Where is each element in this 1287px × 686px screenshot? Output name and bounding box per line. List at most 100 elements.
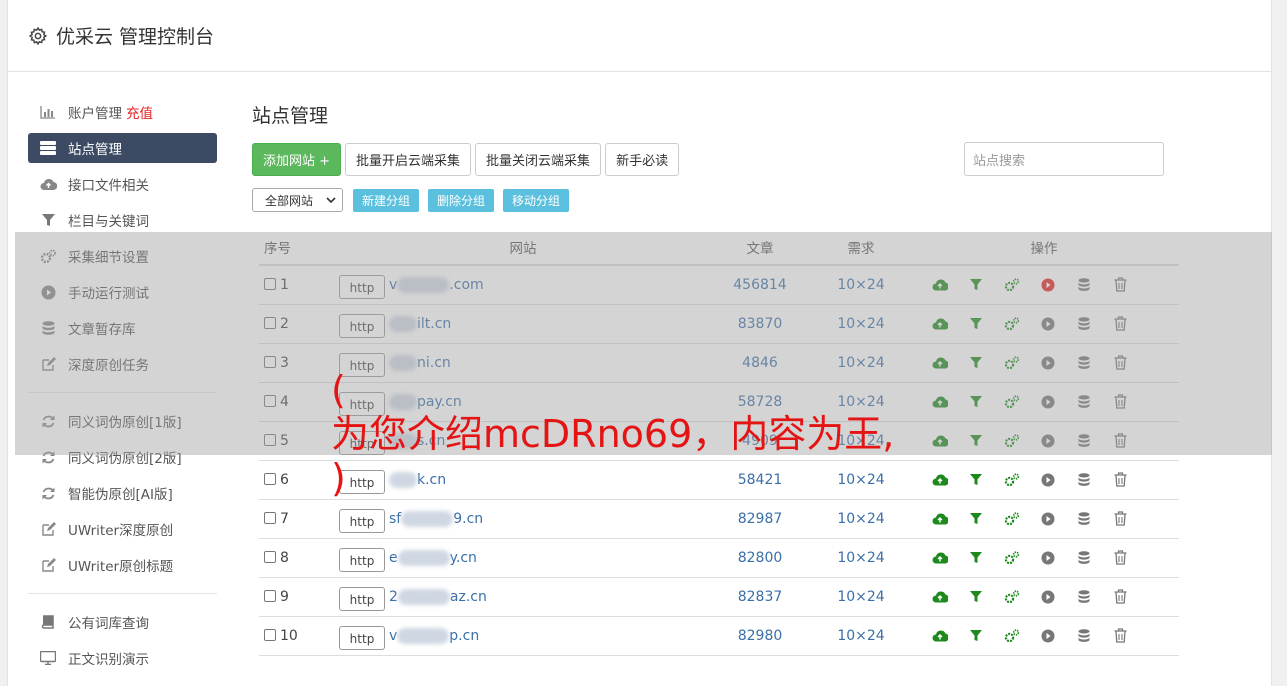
protocol-select[interactable]: http xyxy=(339,586,385,611)
play-circle-icon[interactable] xyxy=(1039,627,1057,645)
site-group-select[interactable]: 全部网站 xyxy=(252,188,343,212)
database-icon[interactable] xyxy=(1075,549,1093,567)
row-actions xyxy=(931,471,1179,489)
row-checkbox[interactable] xyxy=(264,589,276,602)
site-cell: http e y.cn xyxy=(337,538,707,578)
filter-icon[interactable] xyxy=(967,627,985,645)
server-icon xyxy=(39,139,57,157)
filter-icon[interactable] xyxy=(967,549,985,567)
gears-icon[interactable] xyxy=(1003,549,1021,567)
gears-icon[interactable] xyxy=(1003,588,1021,606)
article-count[interactable]: 82980 xyxy=(707,616,813,656)
gears-icon[interactable] xyxy=(1003,510,1021,528)
beginner-guide-button[interactable]: 新手必读 xyxy=(605,143,680,176)
table-row: 10 http v p.cn 82980 10×24 xyxy=(259,616,1179,656)
add-site-button[interactable]: 添加网站 + xyxy=(252,143,342,176)
row-actions xyxy=(931,510,1179,528)
sidebar-item[interactable]: 接口文件相关 xyxy=(28,166,217,202)
database-icon[interactable] xyxy=(1075,588,1093,606)
sidebar-item-label: 正文识别演示 xyxy=(68,652,149,668)
database-icon[interactable] xyxy=(1075,471,1093,489)
row-checkbox[interactable] xyxy=(264,550,276,563)
sidebar-item[interactable]: 站点管理 xyxy=(28,133,217,163)
filter-icon[interactable] xyxy=(967,588,985,606)
gears-icon[interactable] xyxy=(1003,471,1021,489)
database-icon[interactable] xyxy=(1075,627,1093,645)
protocol-select[interactable]: http xyxy=(339,625,385,650)
batch-enable-cloud-button[interactable]: 批量开启云端采集 xyxy=(345,143,472,176)
cloud-upload-icon[interactable] xyxy=(931,510,949,528)
site-domain-link[interactable]: sf 9.cn xyxy=(389,510,483,527)
sidebar-item[interactable]: UWriter原创标题 xyxy=(28,547,217,583)
trash-icon[interactable] xyxy=(1111,627,1129,645)
app-header: 优采云 管理控制台 xyxy=(8,0,1271,72)
protocol-select[interactable]: http xyxy=(339,547,385,572)
domain-suffix: y.cn xyxy=(449,549,477,566)
site-search-input[interactable]: 站点搜索 xyxy=(964,142,1164,176)
domain-suffix: az.cn xyxy=(449,588,487,605)
ops-cell xyxy=(909,460,1179,500)
sidebar-item[interactable]: 公有词库查询 xyxy=(28,604,217,640)
protocol-select[interactable]: http xyxy=(339,508,385,533)
row-checkbox[interactable] xyxy=(264,511,276,524)
row-number: 7 xyxy=(280,510,289,527)
row-actions xyxy=(931,549,1179,567)
site-cell: http sf 9.cn xyxy=(337,499,707,539)
recharge-badge[interactable]: 充值 xyxy=(126,102,153,122)
article-count[interactable]: 82837 xyxy=(707,577,813,617)
article-count[interactable]: 82987 xyxy=(707,499,813,539)
play-circle-icon[interactable] xyxy=(1039,549,1057,567)
redacted-domain xyxy=(397,627,450,644)
demand-value[interactable]: 10×24 xyxy=(813,616,909,656)
chevron-down-icon xyxy=(326,197,336,204)
group-toolbar: 全部网站 新建分组 删除分组 移动分组 xyxy=(252,188,570,212)
sidebar-item[interactable]: 账户管理 充值 xyxy=(28,94,217,130)
trash-icon[interactable] xyxy=(1111,588,1129,606)
batch-disable-cloud-button[interactable]: 批量关闭云端采集 xyxy=(475,143,602,176)
row-number-cell: 9 xyxy=(259,577,337,617)
row-number-cell: 8 xyxy=(259,538,337,578)
filter-icon[interactable] xyxy=(967,510,985,528)
filter-icon[interactable] xyxy=(967,471,985,489)
edit-icon xyxy=(39,556,57,574)
row-number: 10 xyxy=(280,627,298,644)
new-group-button[interactable]: 新建分组 xyxy=(353,188,420,212)
gears-icon[interactable] xyxy=(1003,627,1021,645)
cloud-upload-icon[interactable] xyxy=(931,627,949,645)
row-checkbox[interactable] xyxy=(264,628,276,641)
sidebar-item[interactable]: 智能伪原创[AI版] xyxy=(28,475,217,511)
site-domain-link[interactable]: 2 az.cn xyxy=(389,588,487,605)
site-domain-link[interactable]: e y.cn xyxy=(389,549,477,566)
demand-value[interactable]: 10×24 xyxy=(813,499,909,539)
move-group-button[interactable]: 移动分组 xyxy=(503,188,570,212)
row-number: 6 xyxy=(280,471,289,488)
delete-group-button[interactable]: 删除分组 xyxy=(428,188,495,212)
row-actions xyxy=(931,627,1179,645)
play-circle-icon[interactable] xyxy=(1039,510,1057,528)
site-domain-link[interactable]: v p.cn xyxy=(389,627,479,644)
sidebar-item[interactable]: UWriter深度原创 xyxy=(28,511,217,547)
row-checkbox[interactable] xyxy=(264,472,276,485)
watermark-line: ) xyxy=(331,456,346,500)
demand-value[interactable]: 10×24 xyxy=(813,538,909,578)
trash-icon[interactable] xyxy=(1111,471,1129,489)
ops-cell xyxy=(909,577,1179,617)
row-number-cell: 7 xyxy=(259,499,337,539)
edit-icon xyxy=(39,520,57,538)
cloud-upload-icon[interactable] xyxy=(931,471,949,489)
trash-icon[interactable] xyxy=(1111,510,1129,528)
redacted-domain xyxy=(401,510,454,527)
cloud-upload-icon[interactable] xyxy=(931,588,949,606)
article-count[interactable]: 82800 xyxy=(707,538,813,578)
trash-icon[interactable] xyxy=(1111,549,1129,567)
app-title: 优采云 管理控制台 xyxy=(56,26,215,48)
play-circle-icon[interactable] xyxy=(1039,471,1057,489)
row-number: 9 xyxy=(280,588,289,605)
cloud-upload-icon[interactable] xyxy=(931,549,949,567)
sidebar-item-label: 账户管理 xyxy=(68,106,122,122)
sidebar-item[interactable]: 正文识别演示 xyxy=(28,640,217,676)
play-circle-icon[interactable] xyxy=(1039,588,1057,606)
table-row: 7 http sf 9.cn 82987 10×24 xyxy=(259,499,1179,539)
demand-value[interactable]: 10×24 xyxy=(813,577,909,617)
database-icon[interactable] xyxy=(1075,510,1093,528)
